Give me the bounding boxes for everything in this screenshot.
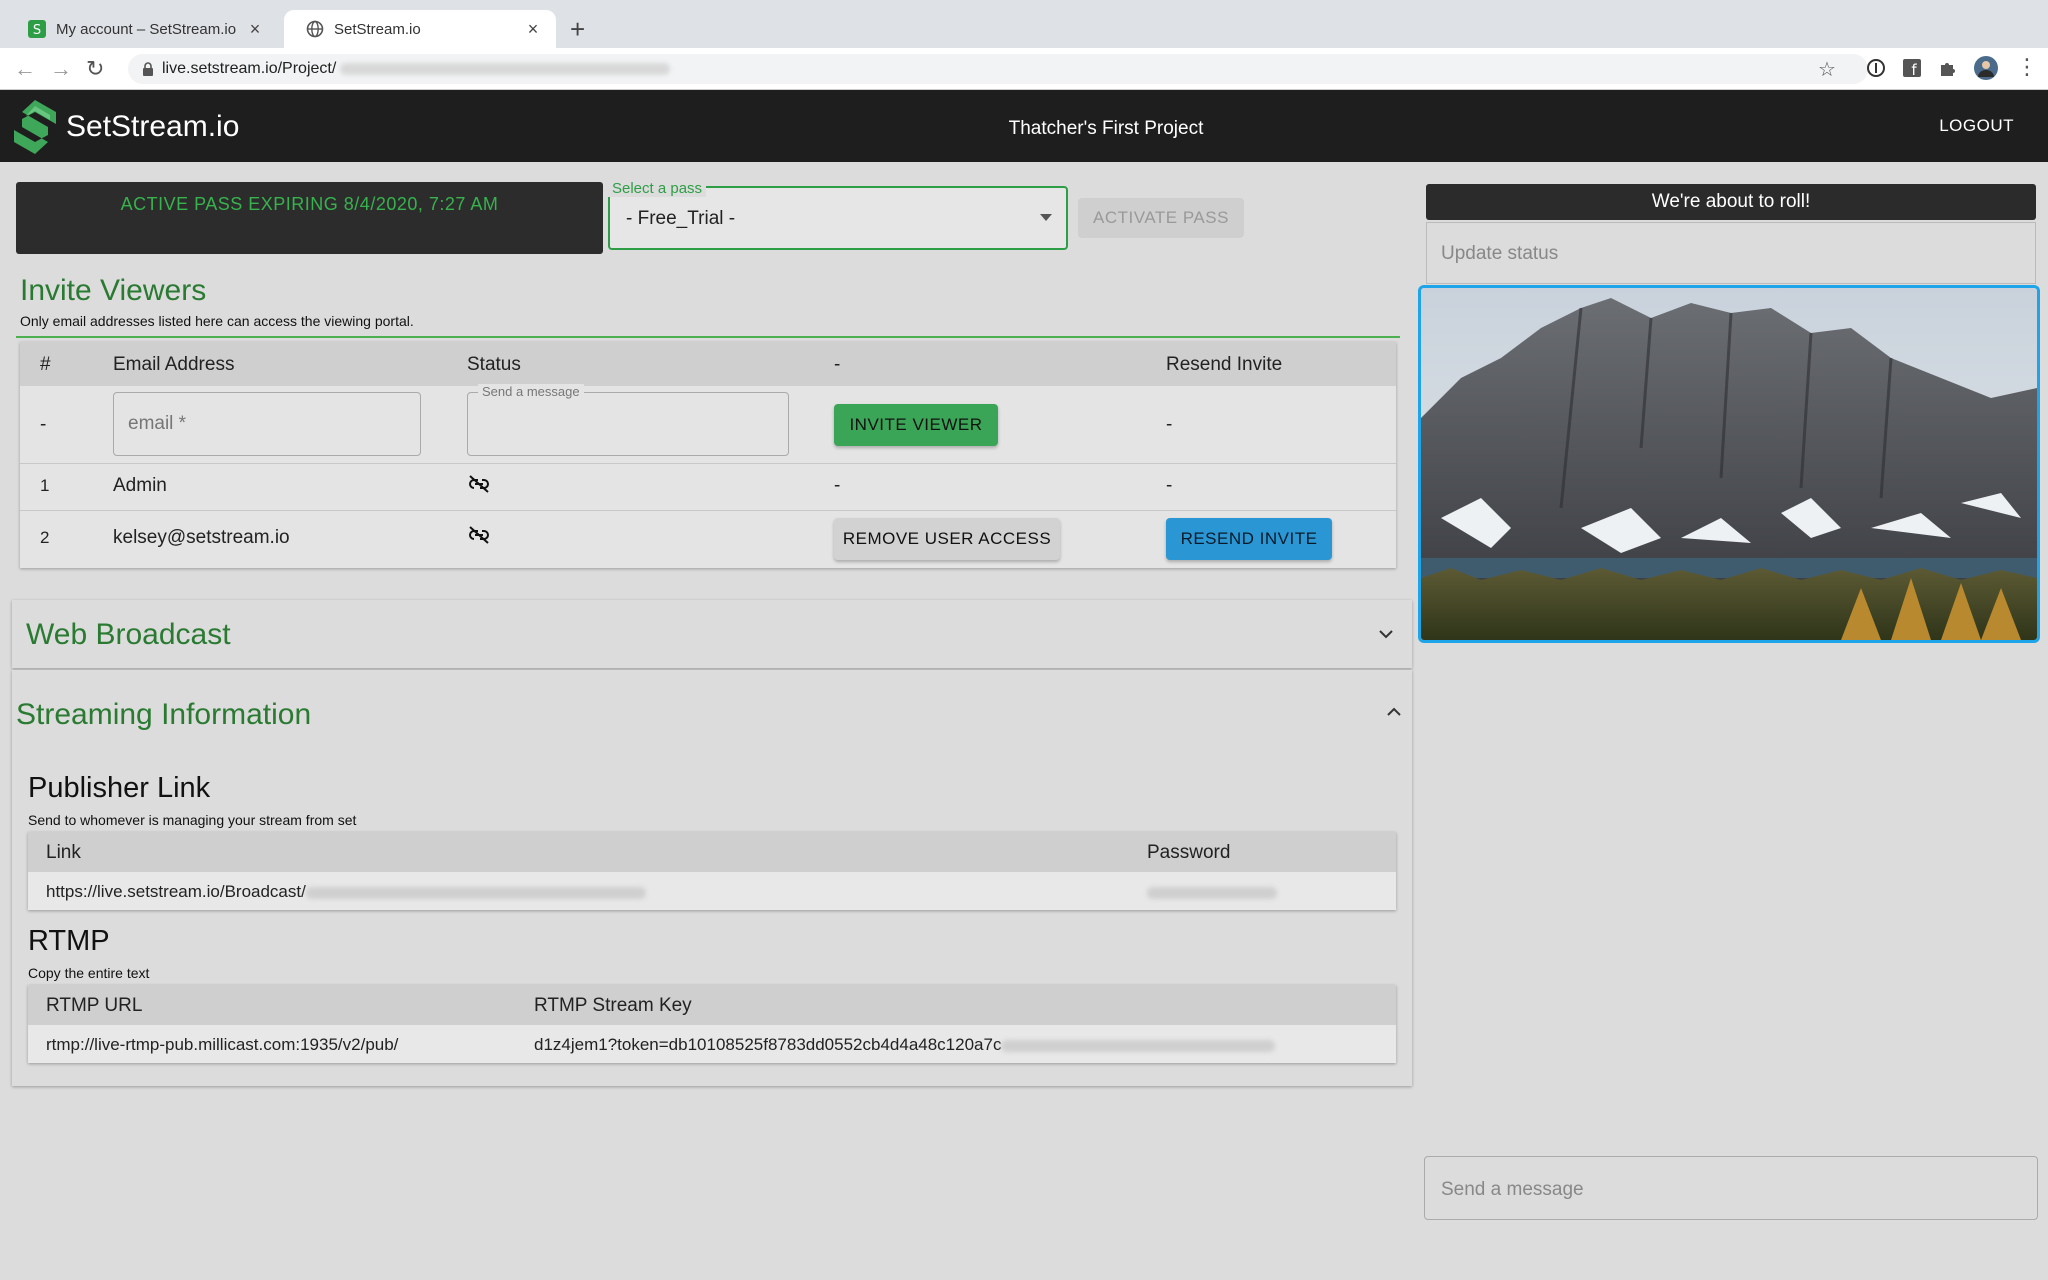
logout-button[interactable]: LOGOUT (1939, 116, 2014, 136)
rtmp-key-redacted (1001, 1039, 1276, 1052)
browser-tab-my-account[interactable]: S My account – SetStream.io × (6, 10, 278, 48)
email-placeholder: email * (128, 413, 187, 434)
table-header: RTMP URL RTMP Stream Key (28, 985, 1396, 1025)
invite-viewer-button[interactable]: INVITE VIEWER (834, 404, 998, 446)
publisher-link-value[interactable]: https://live.setstream.io/Broadcast/ (46, 882, 646, 902)
address-bar-row: ← → ↻ live.setstream.io/Project/ ☆ f ⋮ (0, 48, 2048, 90)
chevron-up-icon[interactable] (1386, 706, 1402, 718)
new-row-resend: - (1166, 414, 1173, 435)
browser-tab-bar: S My account – SetStream.io × SetStream.… (0, 0, 2048, 48)
table-header: # Email Address Status - Resend Invite (20, 342, 1396, 386)
invite-message-legend: Send a message (478, 384, 584, 399)
mountain-landscape-image (1421, 288, 2037, 640)
publisher-link-table: Link Password https://live.setstream.io/… (28, 832, 1396, 910)
update-status-input[interactable]: Update status (1426, 222, 2036, 284)
invite-viewers-table: # Email Address Status - Resend Invite -… (20, 342, 1396, 568)
publisher-link-note: Send to whomever is managing your stream… (28, 812, 357, 828)
column-header-rtmp-key: RTMP Stream Key (534, 995, 692, 1016)
row-divider (20, 463, 1396, 464)
streaming-information-title: Streaming Information (16, 698, 312, 731)
email-field[interactable]: email * (113, 392, 421, 456)
video-preview[interactable] (1418, 285, 2040, 643)
publisher-link-title: Publisher Link (28, 772, 211, 804)
active-pass-banner: ACTIVE PASS EXPIRING 8/4/2020, 7:27 AM (16, 182, 603, 254)
project-title-bar: Thatcher's First Project (0, 118, 2048, 140)
unlinked-status-icon (469, 526, 489, 544)
unlinked-status-icon (469, 475, 489, 493)
svg-text:f: f (1911, 61, 1917, 78)
rtmp-key-value[interactable]: d1z4jem1?token=db10108525f8783dd0552cb4d… (534, 1035, 1276, 1055)
column-header-password: Password (1147, 842, 1231, 863)
activate-pass-button[interactable]: ACTIVATE PASS (1078, 198, 1244, 238)
invite-viewers-note: Only email addresses listed here can acc… (20, 313, 414, 329)
back-arrow-icon[interactable]: ← (14, 56, 36, 82)
column-header-status: Status (467, 354, 521, 375)
invite-viewers-title: Invite Viewers (20, 274, 207, 307)
browser-tab-setstream[interactable]: SetStream.io × (284, 10, 556, 48)
dropdown-caret-icon (1040, 214, 1052, 221)
chevron-down-icon[interactable] (1378, 628, 1394, 640)
row-divider (20, 510, 1396, 511)
browser-menu-icon[interactable]: ⋮ (2016, 54, 2038, 80)
column-header-rtmp-url: RTMP URL (46, 995, 143, 1016)
pass-select[interactable]: Select a pass - Free_Trial - (608, 180, 1068, 250)
web-broadcast-accordion[interactable]: Web Broadcast (12, 600, 1412, 668)
rtmp-table: RTMP URL RTMP Stream Key rtmp://live-rtm… (28, 985, 1396, 1063)
reload-icon[interactable]: ↻ (86, 56, 104, 82)
publisher-link-redacted (305, 886, 646, 899)
rtmp-url-value[interactable]: rtmp://live-rtmp-pub.millicast.com:1935/… (46, 1035, 398, 1055)
column-header-link: Link (46, 842, 81, 863)
row-email: kelsey@setstream.io (113, 527, 290, 548)
pass-select-label: Select a pass (608, 180, 707, 197)
pass-status-text: ACTIVE PASS EXPIRING 8/4/2020, 7:27 AM (120, 194, 499, 214)
row-index: 2 (40, 528, 50, 547)
profile-avatar-icon[interactable] (1974, 56, 1998, 80)
rtmp-title: RTMP (28, 925, 110, 957)
close-tab-icon[interactable]: × (524, 19, 542, 40)
close-tab-icon[interactable]: × (246, 19, 264, 40)
invite-message-field[interactable]: Send a message (467, 384, 789, 456)
lock-icon (143, 62, 153, 76)
app-header: SetStream.io Thatcher's First Project LO… (0, 90, 2048, 162)
column-header-index: # (40, 354, 51, 375)
section-divider (16, 336, 1400, 338)
status-banner: We're about to roll! (1426, 184, 2036, 220)
publisher-link-prefix: https://live.setstream.io/Broadcast/ (46, 882, 306, 901)
project-title: Thatcher's First Project (1008, 118, 1204, 139)
row-action: - (834, 475, 841, 496)
bookmark-star-icon[interactable]: ☆ (1818, 57, 1836, 82)
forward-arrow-icon[interactable]: → (50, 56, 72, 82)
rtmp-key-prefix: d1z4jem1?token=db10108525f8783dd0552cb4d… (534, 1035, 1002, 1054)
chat-message-placeholder: Send a message (1441, 1179, 1584, 1200)
rtmp-note: Copy the entire text (28, 965, 150, 981)
svg-text:S: S (33, 23, 41, 38)
publisher-password-redacted[interactable] (1147, 887, 1277, 899)
facebook-extension-icon[interactable]: f (1902, 58, 1922, 78)
table-header: Link Password (28, 832, 1396, 872)
row-resend: - (1166, 475, 1173, 496)
url-field[interactable]: live.setstream.io/Project/ (128, 54, 1868, 84)
resend-invite-button[interactable]: RESEND INVITE (1166, 518, 1332, 560)
column-header-resend: Resend Invite (1166, 354, 1283, 375)
setstream-favicon-icon: S (28, 20, 46, 38)
tab-title: My account – SetStream.io (56, 20, 237, 38)
column-header-action: - (834, 354, 841, 375)
password-manager-icon[interactable] (1866, 58, 1886, 78)
row-index: 1 (40, 476, 50, 495)
remove-user-access-button[interactable]: REMOVE USER ACCESS (834, 518, 1060, 560)
globe-icon (306, 20, 324, 38)
column-header-email: Email Address (113, 354, 235, 375)
extensions-puzzle-icon[interactable] (1938, 58, 1958, 78)
new-tab-button[interactable]: + (570, 14, 585, 45)
url-text: live.setstream.io/Project/ (162, 60, 337, 77)
tab-title: SetStream.io (334, 20, 421, 38)
pass-select-value: - Free_Trial - (626, 208, 736, 229)
row-email: Admin (113, 475, 167, 496)
web-broadcast-title: Web Broadcast (26, 618, 231, 651)
update-status-placeholder: Update status (1441, 243, 1559, 264)
new-row-index: - (40, 414, 47, 435)
chat-message-input[interactable]: Send a message (1424, 1156, 2038, 1220)
url-redacted (340, 63, 671, 75)
